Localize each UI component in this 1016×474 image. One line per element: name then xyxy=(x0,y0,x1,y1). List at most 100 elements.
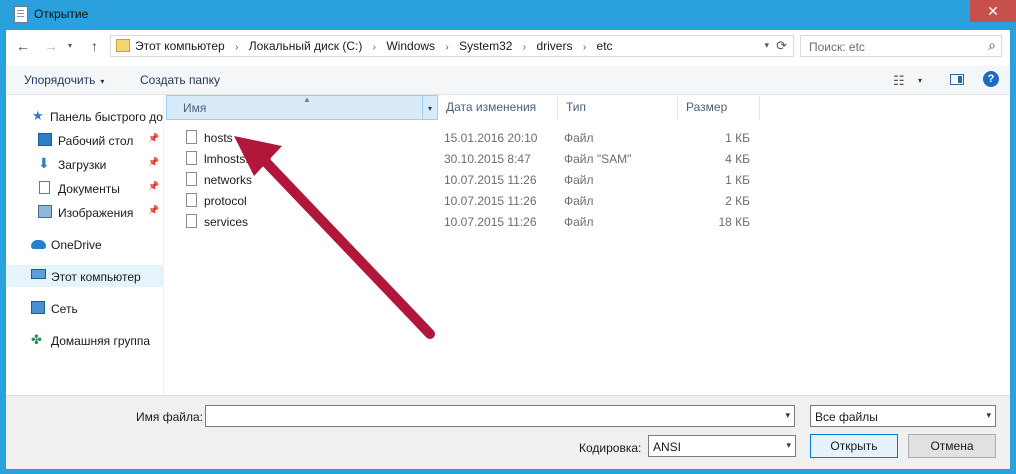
window-title: Открытие xyxy=(34,7,89,21)
crumb-etc[interactable]: etc xyxy=(597,39,613,53)
chevron-down-icon[interactable]: ▾ xyxy=(764,40,769,51)
chevron-right-icon[interactable]: › xyxy=(523,42,526,53)
organize-button[interactable]: Упорядочить ▾ xyxy=(24,73,104,87)
file-type: Файл xyxy=(564,194,594,208)
chevron-right-icon[interactable]: › xyxy=(373,42,376,53)
navigation-pane: ★ Панель быстрого доступа Рабочий стол 📌… xyxy=(6,95,164,395)
sidebar-item-label: Загрузки xyxy=(58,158,107,172)
chevron-down-icon[interactable]: ▾ xyxy=(422,96,437,119)
star-icon: ★ xyxy=(32,108,44,123)
chevron-down-icon[interactable]: ▾ xyxy=(986,410,991,421)
document-icon xyxy=(39,181,50,194)
sidebar-item-label: Сеть xyxy=(51,302,78,316)
breadcrumb: Этот компьютер › Локальный диск (C:) › W… xyxy=(135,39,613,53)
command-bar: Упорядочить ▾ Создать папку ☷ ▾ ? xyxy=(6,66,1010,95)
refresh-icon[interactable]: ⟳ xyxy=(776,38,787,54)
download-icon: ⬇ xyxy=(38,155,50,171)
crumb-drivers[interactable]: drivers xyxy=(536,39,572,53)
column-label: Имя xyxy=(183,101,207,115)
encoding-select[interactable]: ANSI ▾ xyxy=(648,435,796,457)
homegroup-icon: ✤ xyxy=(31,332,42,347)
column-header-size[interactable]: Размер xyxy=(678,95,760,120)
sidebar-item-this-pc[interactable]: Этот компьютер xyxy=(6,265,163,287)
notepad-icon xyxy=(14,6,28,23)
back-arrow-icon[interactable]: ← xyxy=(16,38,30,54)
file-type-filter[interactable]: Все файлы ▾ xyxy=(810,405,996,427)
organize-label: Упорядочить xyxy=(24,73,96,87)
network-icon xyxy=(31,301,45,314)
encoding-value: ANSI xyxy=(653,440,682,454)
crumb-windows[interactable]: Windows xyxy=(386,39,435,53)
open-button[interactable]: Открыть xyxy=(810,434,898,458)
file-date: 10.07.2015 11:26 xyxy=(444,173,537,187)
file-type-filter-value: Все файлы xyxy=(815,410,878,424)
column-header-name[interactable]: ▲ Имя ▾ xyxy=(166,95,438,120)
file-size: 1 КБ xyxy=(725,131,750,145)
new-folder-button[interactable]: Создать папку xyxy=(140,73,220,87)
sidebar-item-label: Изображения xyxy=(58,206,134,220)
sidebar-item-label: OneDrive xyxy=(51,238,102,252)
computer-icon xyxy=(31,269,46,279)
help-icon[interactable]: ? xyxy=(983,71,999,87)
file-icon xyxy=(186,214,197,228)
file-type: Файл xyxy=(564,131,594,145)
folder-icon xyxy=(116,39,130,52)
sidebar-item-homegroup[interactable]: ✤ Домашняя группа xyxy=(6,329,163,351)
address-bar[interactable]: Этот компьютер › Локальный диск (C:) › W… xyxy=(110,35,794,57)
chevron-down-icon[interactable]: ▾ xyxy=(785,410,790,421)
column-header-type[interactable]: Тип xyxy=(558,95,678,120)
file-date: 10.07.2015 11:26 xyxy=(444,215,537,229)
chevron-down-icon[interactable]: ▾ xyxy=(918,76,922,85)
file-row-networks[interactable]: networks 10.07.2015 11:26 Файл 1 КБ xyxy=(166,169,760,190)
view-options-icon[interactable]: ☷ xyxy=(893,73,905,89)
recent-locations-icon[interactable]: ▾ xyxy=(68,41,72,50)
sidebar-item-network[interactable]: Сеть xyxy=(6,297,163,319)
file-name: hosts xyxy=(204,131,233,145)
file-date: 10.07.2015 11:26 xyxy=(444,194,537,208)
file-row-lmhosts[interactable]: lmhosts.sam 30.10.2015 8:47 Файл "SAM" 4… xyxy=(166,148,760,169)
file-type: Файл "SAM" xyxy=(564,152,632,166)
sidebar-item-quick-access[interactable]: ★ Панель быстрого доступа xyxy=(6,105,163,127)
sidebar-item-pictures[interactable]: Изображения 📌 xyxy=(6,201,163,223)
file-size: 1 КБ xyxy=(725,173,750,187)
chevron-down-icon: ▾ xyxy=(100,77,105,86)
cancel-button[interactable]: Отмена xyxy=(908,434,996,458)
chevron-right-icon[interactable]: › xyxy=(235,42,238,53)
file-list: ▲ Имя ▾ Дата изменения Тип Размер hosts … xyxy=(166,95,1010,395)
file-icon xyxy=(186,151,197,165)
file-size: 2 КБ xyxy=(725,194,750,208)
file-size: 4 КБ xyxy=(725,152,750,166)
file-name: services xyxy=(204,215,249,229)
pin-icon: 📌 xyxy=(148,157,160,167)
crumb-this-pc[interactable]: Этот компьютер xyxy=(135,39,225,53)
filename-input[interactable]: ▾ xyxy=(205,405,795,427)
file-row-hosts[interactable]: hosts 15.01.2016 20:10 Файл 1 КБ xyxy=(166,127,760,148)
file-row-services[interactable]: services 10.07.2015 11:26 Файл 18 КБ xyxy=(166,211,760,232)
file-icon xyxy=(186,172,197,186)
close-button[interactable]: ✕ xyxy=(970,0,1016,22)
file-date: 15.01.2016 20:10 xyxy=(444,131,538,145)
sidebar-item-desktop[interactable]: Рабочий стол 📌 xyxy=(6,129,163,151)
chevron-right-icon[interactable]: › xyxy=(445,42,448,53)
sidebar-item-downloads[interactable]: ⬇ Загрузки 📌 xyxy=(6,153,163,175)
forward-arrow-icon[interactable]: → xyxy=(44,38,58,54)
file-row-protocol[interactable]: protocol 10.07.2015 11:26 Файл 2 КБ xyxy=(166,190,760,211)
cloud-icon xyxy=(31,240,46,249)
search-input[interactable]: Поиск: etc ⌕ xyxy=(800,35,1002,57)
crumb-system32[interactable]: System32 xyxy=(459,39,512,53)
address-row: ← → ▾ ↑ Этот компьютер › Локальный диск … xyxy=(6,30,1010,64)
file-icon xyxy=(186,130,197,144)
file-name: protocol xyxy=(204,194,247,208)
sidebar-item-label: Этот компьютер xyxy=(51,270,141,284)
up-arrow-icon[interactable]: ↑ xyxy=(91,38,98,54)
filename-label: Имя файла: xyxy=(136,410,203,424)
crumb-local-disk[interactable]: Локальный диск (C:) xyxy=(249,39,363,53)
file-icon xyxy=(186,193,197,207)
chevron-right-icon[interactable]: › xyxy=(583,42,586,53)
preview-pane-icon[interactable] xyxy=(950,74,964,85)
chevron-down-icon[interactable]: ▾ xyxy=(786,440,791,451)
sidebar-item-onedrive[interactable]: OneDrive xyxy=(6,233,163,255)
search-icon[interactable]: ⌕ xyxy=(988,37,996,54)
sidebar-item-documents[interactable]: Документы 📌 xyxy=(6,177,163,199)
column-header-date[interactable]: Дата изменения xyxy=(438,95,558,120)
